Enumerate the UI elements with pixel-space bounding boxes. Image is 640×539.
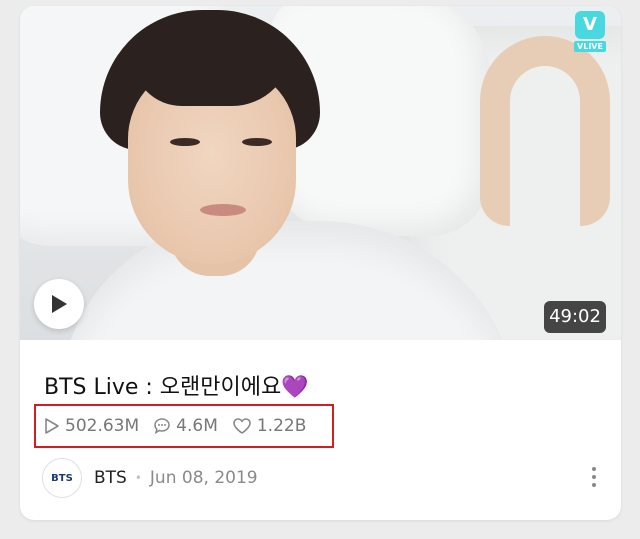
play-outline-icon: [45, 418, 59, 434]
thumbnail-scene: [200, 204, 246, 216]
video-card[interactable]: V VLIVE 49:02 BTS Live : 오랜만이에요💜 502.63M…: [20, 6, 621, 520]
comment-icon: [154, 418, 170, 435]
video-thumbnail[interactable]: V VLIVE 49:02: [20, 6, 621, 340]
likes-stat: 1.22B: [232, 416, 307, 436]
more-vertical-icon: [592, 475, 596, 479]
video-stats: 502.63M 4.6M 1.22B: [34, 404, 334, 448]
channel-row[interactable]: BTS BTS • Jun 08, 2019: [42, 458, 258, 498]
video-title-text: BTS Live : 오랜만이에요: [44, 375, 282, 400]
separator-dot: •: [134, 471, 142, 485]
purple-heart-emoji: 💜: [281, 375, 309, 400]
more-options-button[interactable]: [582, 462, 606, 492]
vlive-text: VLIVE: [574, 41, 606, 52]
thumbnail-scene: [242, 138, 272, 146]
more-vertical-icon: [592, 467, 596, 471]
vlive-logo: V VLIVE: [573, 11, 607, 63]
thumbnail-scene: [170, 138, 200, 146]
play-button[interactable]: [34, 279, 84, 329]
vlive-mark: V: [575, 11, 605, 39]
duration-badge: 49:02: [544, 301, 606, 333]
play-icon: [52, 295, 67, 313]
channel-name[interactable]: BTS: [94, 468, 127, 488]
views-count: 502.63M: [65, 416, 140, 436]
channel-avatar[interactable]: BTS: [42, 458, 82, 498]
publish-date: Jun 08, 2019: [149, 468, 258, 488]
more-vertical-icon: [592, 483, 596, 487]
thumbnail-scene: [480, 36, 610, 226]
heart-icon: [233, 418, 251, 434]
likes-count: 1.22B: [256, 416, 307, 436]
video-title[interactable]: BTS Live : 오랜만이에요💜: [44, 369, 309, 401]
views-stat: 502.63M: [44, 416, 139, 436]
comments-stat: 4.6M: [153, 416, 218, 436]
comments-count: 4.6M: [176, 416, 218, 436]
